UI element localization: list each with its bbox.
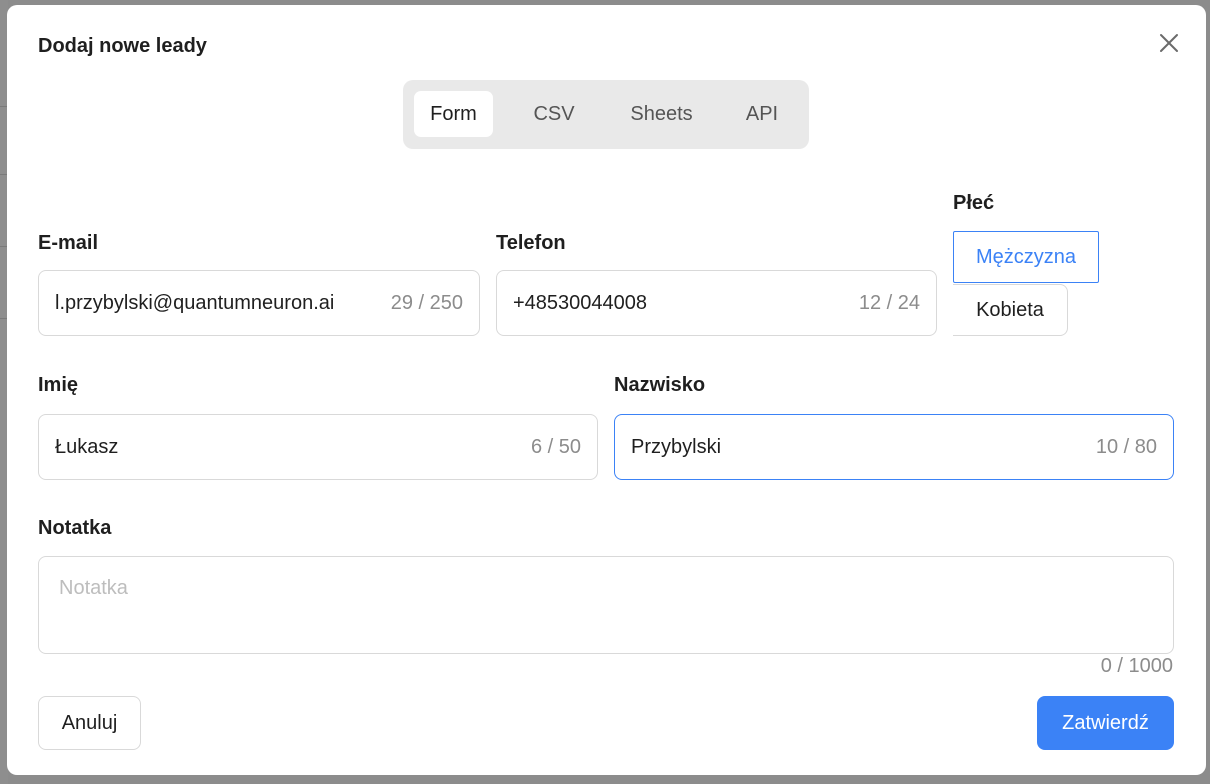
first-name-field[interactable]: Łukasz 6 / 50 xyxy=(38,414,598,480)
note-textarea[interactable]: Notatka xyxy=(38,556,1174,654)
gender-label: Płeć xyxy=(953,192,995,214)
first-name-label: Imię xyxy=(38,374,79,396)
close-icon xyxy=(1160,34,1178,52)
tab-sheets[interactable]: Sheets xyxy=(613,91,710,137)
email-label: E-mail xyxy=(38,232,99,254)
submit-button[interactable]: Zatwierdź xyxy=(1037,696,1174,750)
email-char-count: 29 / 250 xyxy=(390,292,463,314)
last-name-char-count: 10 / 80 xyxy=(1095,436,1157,458)
tab-form[interactable]: Form xyxy=(414,91,493,137)
phone-label: Telefon xyxy=(496,232,566,254)
first-name-value: Łukasz xyxy=(55,436,119,458)
modal-title: Dodaj nowe leady xyxy=(38,35,207,57)
add-leads-modal: Dodaj nowe leady Form CSV Sheets API E-m… xyxy=(7,5,1206,775)
gender-option-female[interactable]: Kobieta xyxy=(953,284,1068,336)
phone-field[interactable]: +48530044008 12 / 24 xyxy=(496,270,937,336)
note-placeholder: Notatka xyxy=(59,577,128,599)
phone-char-count: 12 / 24 xyxy=(858,292,920,314)
import-method-tabs: Form CSV Sheets API xyxy=(403,80,809,149)
gender-option-male[interactable]: Mężczyzna xyxy=(953,231,1099,283)
tab-csv[interactable]: CSV xyxy=(513,91,595,137)
email-field[interactable]: l.przybylski@quantumneuron.ai 29 / 250 xyxy=(38,270,480,336)
last-name-field[interactable]: Przybylski 10 / 80 xyxy=(614,414,1174,480)
last-name-label: Nazwisko xyxy=(614,374,706,396)
note-char-count: 0 / 1000 xyxy=(1100,655,1173,677)
cancel-button[interactable]: Anuluj xyxy=(38,696,141,750)
first-name-char-count: 6 / 50 xyxy=(530,436,581,458)
close-button[interactable] xyxy=(1157,31,1181,55)
note-label: Notatka xyxy=(38,517,112,539)
tab-api[interactable]: API xyxy=(728,91,796,137)
phone-value: +48530044008 xyxy=(513,292,648,314)
last-name-value: Przybylski xyxy=(631,436,722,458)
email-value: l.przybylski@quantumneuron.ai xyxy=(55,292,335,314)
